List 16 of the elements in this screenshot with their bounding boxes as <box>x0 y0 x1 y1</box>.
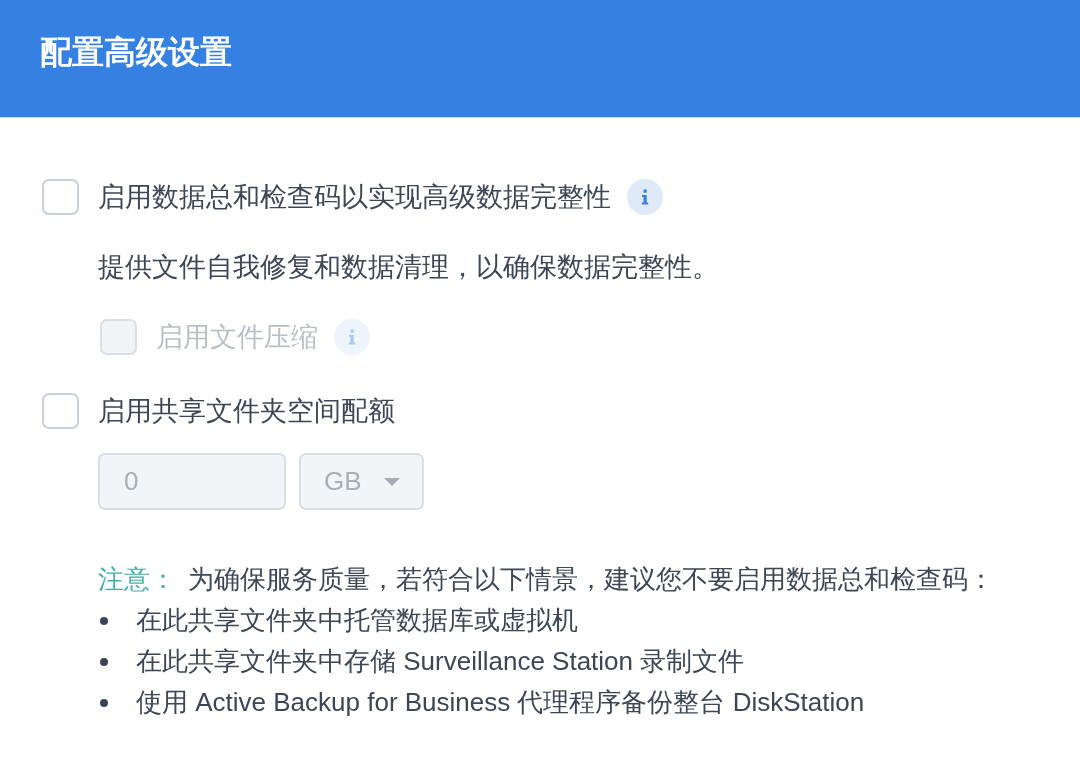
note-text: 为确保服务质量，若符合以下情景，建议您不要启用数据总和检查码： <box>188 563 994 596</box>
note-item: 在此共享文件夹中托管数据库或虚拟机 <box>136 604 578 637</box>
option-label: 启用共享文件夹空间配额 <box>98 395 395 428</box>
bullet-icon <box>100 698 108 707</box>
checkbox[interactable] <box>42 179 79 215</box>
bullet-icon <box>100 657 108 666</box>
note-label: 注意： <box>98 563 176 596</box>
option-description: 提供文件自我修复和数据清理，以确保数据完整性。 <box>98 251 719 284</box>
caret-icon <box>383 477 400 486</box>
note-item: 在此共享文件夹中存储 Surveillance Station 录制文件 <box>136 645 745 678</box>
dialog-title: 配置高级设置 <box>40 33 232 72</box>
option-label: 启用数据总和检查码以实现高级数据完整性 <box>98 181 611 214</box>
option-label: 启用文件压缩 <box>156 321 318 354</box>
bullet-icon <box>100 616 108 625</box>
checkbox[interactable] <box>42 393 79 429</box>
note-item: 使用 Active Backup for Business 代理程序备份整台 DiskStation <box>136 686 865 719</box>
